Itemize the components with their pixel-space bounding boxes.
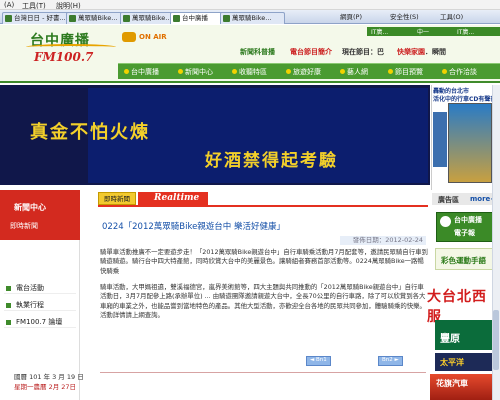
browser-tab-label: 萬眾騎Bike... [132, 14, 172, 22]
side-ad-subtitle: 活化中的行車CD有聲書 [433, 96, 497, 103]
news-center-block[interactable] [0, 190, 80, 240]
side-ad-image[interactable] [448, 103, 492, 183]
browser-tab-label: 萬眾騎Bike... [232, 14, 272, 22]
favicon-icon [69, 15, 76, 22]
header-link-programs[interactable]: 電台節目簡介 [290, 47, 332, 57]
nav-bullet-icon [178, 69, 183, 74]
nav-label: 節目預覽 [395, 68, 423, 76]
nav-item-schedule[interactable]: 節目預覽 [388, 67, 423, 77]
menu-item-a[interactable]: (A) [4, 1, 14, 9]
tab-realtime[interactable]: Realtime [138, 192, 208, 205]
browser-tab-label: 萬眾騎Bike... [78, 14, 118, 22]
nav-item-partner[interactable]: 合作洽談 [442, 67, 477, 77]
favicon-icon [223, 15, 230, 22]
article-paragraph-1: 騎單車活動推廣不一定要遊步走！「2012萬眾騎Bike親遊台中」自行車騎乘活動月… [100, 248, 428, 275]
browser-tabbar: 台灣日日 - 好書... 萬眾騎Bike... 萬眾騎Bike... 台中廣播 … [0, 10, 500, 24]
now-playing-label: 現在節目：巴 [342, 48, 384, 56]
nav-label: 新聞中心 [185, 68, 213, 76]
lunar-date: 星期一農曆 2月 27日 [14, 383, 77, 391]
pager-prev-button[interactable]: ◄ Bn1 [306, 356, 331, 366]
ad-pacific-text: 太平洋 [440, 358, 464, 367]
nav-label: 收聽特區 [239, 68, 267, 76]
nav-bullet-icon [340, 69, 345, 74]
article-paragraph-2: 騎車活動，大甲媽祖遶，雙溪福德宮，嵐界美術館等，四大主題與共同推動的「2012萬… [100, 283, 426, 319]
browser-tab-label: 台灣日日 - 好書... [14, 14, 66, 22]
nav-bullet-icon [232, 69, 237, 74]
news-center-sub[interactable]: 即時新聞 [10, 221, 38, 231]
nav-item-station[interactable]: 台中廣播 [124, 67, 159, 77]
nav-item-news[interactable]: 新聞中心 [178, 67, 213, 77]
sidebar-item-events[interactable]: 電台活動 [4, 283, 76, 294]
article-date: 發佈日期：2012-02-24 [340, 236, 426, 245]
top-strip-link[interactable]: IT廣... [371, 27, 388, 36]
on-air-label[interactable]: ON AIR [139, 33, 167, 41]
main-nav: 台中廣播 新聞中心 收聽特區 旅遊好康 藝人網 節目預覽 合作洽談 [118, 63, 500, 79]
article-title[interactable]: 0224「2012萬眾騎Bike親遊台中 樂活好健康」 [102, 220, 285, 232]
now-playing-extra: ．瞬間 [425, 48, 446, 56]
ad-auto-text: 花旗汽車 [436, 379, 468, 388]
radio-icon [122, 32, 136, 42]
article-divider [100, 372, 426, 373]
nav-label: 合作洽談 [449, 68, 477, 76]
ad-fengyuan-text: 豐原 [440, 334, 460, 345]
toolbar-page-button[interactable]: 網頁(P) [340, 12, 362, 23]
hero-banner-line1: 真金不怕火煉 [30, 122, 150, 143]
nav-label: 藝人網 [347, 68, 368, 76]
favicon-icon [123, 15, 130, 22]
side-ad-thumbnail [433, 112, 447, 167]
favicon-icon [5, 15, 12, 22]
nav-bullet-icon [388, 69, 393, 74]
browser-tab-label: 台中廣播 [182, 14, 208, 22]
toolbar-safety-button[interactable]: 安全性(S) [390, 12, 419, 23]
nav-bullet-icon [124, 69, 129, 74]
ad-sign-language-text: 彩色運動手語 [441, 256, 486, 265]
toolbar-tools-button[interactable]: 工具(O) [440, 12, 463, 23]
tab-underline [98, 205, 428, 207]
tab-instant-news[interactable]: 即時新聞 [98, 192, 136, 205]
header-link-news[interactable]: 新聞科普播 [240, 47, 275, 57]
nav-item-listen[interactable]: 收聽特區 [232, 67, 267, 77]
nav-item-artists[interactable]: 藝人網 [340, 67, 368, 77]
solar-date: 國曆 101 年 3 月 19 日 [14, 373, 84, 381]
nav-item-travel[interactable]: 旅遊好康 [286, 67, 321, 77]
ad-newsletter-subtitle: 電子報 [454, 229, 475, 237]
nav-bullet-icon [286, 69, 291, 74]
pager-next-button[interactable]: Bn2 ► [378, 356, 403, 366]
ad-newsletter-title: 台中廣播 [454, 216, 482, 224]
hero-banner-line2: 好酒禁得起考驗 [205, 151, 338, 171]
nav-bullet-icon [442, 69, 447, 74]
favicon-icon [173, 15, 180, 22]
radio-logo-icon [440, 216, 451, 227]
scrollbar-thumb[interactable] [493, 310, 499, 370]
top-strip-link[interactable]: IT廣... [457, 27, 474, 36]
news-center-title: 新聞中心 [14, 203, 46, 212]
browser-tab-5[interactable]: 萬眾騎Bike... [220, 12, 285, 24]
sidebar-item-forum[interactable]: FM100.7 論壇 [4, 317, 76, 328]
sidebar-item-schedule[interactable]: 執業行程 [4, 300, 76, 311]
top-strip-link[interactable]: 中一 [417, 27, 429, 36]
nav-label: 台中廣播 [131, 68, 159, 76]
browser-menubar: (A) 工具(T) 說明(H) [0, 0, 500, 10]
ad-section-title: 廣告區 [438, 196, 459, 204]
now-playing-program[interactable]: 快樂家園 [397, 47, 425, 57]
site-logo-frequency[interactable]: FM100.7 [34, 50, 93, 64]
top-strip: IT廣... 中一 IT廣... [367, 27, 500, 36]
nav-label: 旅遊好康 [293, 68, 321, 76]
